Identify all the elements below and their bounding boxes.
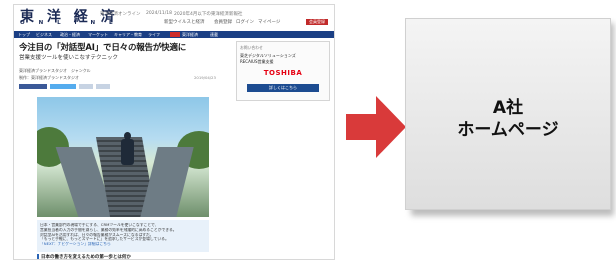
heading-marker: [37, 254, 39, 259]
site-logo-sub: O N L I N E: [20, 20, 119, 26]
masthead: 東 洋 経 済 O N L I N E 東洋経済オンライン 2024/11/18…: [14, 5, 334, 31]
nav-item-career[interactable]: キャリア・教育: [114, 32, 142, 38]
header-small-text: 東洋経済オンライン: [100, 12, 141, 17]
article-subtitle: 営業支援ツールを使いこなすテクニック: [19, 55, 119, 61]
share-button-3[interactable]: [79, 84, 93, 89]
nav-item-life[interactable]: ライフ: [148, 32, 160, 38]
article-section-heading: 日本の働き方を変えるための第一歩とは何か: [37, 254, 131, 260]
card-homepage-label: ホームページ: [457, 120, 559, 140]
nav-item-top[interactable]: トップ: [18, 32, 30, 38]
article-lead-box: 日本・営業部門の現場で手にする、CRMツールを使いこなすことで、 営業担当者の入…: [37, 220, 209, 252]
lead-link[interactable]: 「NEXT：ナビゲーション」詳細はこちら: [40, 242, 206, 247]
header-tag-3[interactable]: ログイン: [236, 19, 254, 25]
photo-person-head: [124, 132, 131, 140]
twitter-share-button[interactable]: [50, 84, 76, 89]
facebook-share-button[interactable]: [19, 84, 47, 89]
company-homepage-card: A社 ホームページ: [405, 18, 611, 210]
nav-item-series[interactable]: 連載: [210, 32, 218, 38]
header-tag-1[interactable]: 新型ウイルスと経済: [164, 19, 205, 25]
header-small-date: 2024/11/18: [146, 11, 172, 16]
register-button[interactable]: 会員登録: [306, 19, 328, 25]
escalator-rail-right: [140, 147, 194, 217]
right-arrow-icon: [346, 96, 406, 158]
article-date: 2019/04/23: [194, 75, 216, 80]
header-tag-4[interactable]: マイページ: [258, 19, 280, 25]
sidebar-details-button[interactable]: 詳しくはこちら: [247, 84, 319, 92]
nav-item-politics[interactable]: 政治・経済: [60, 32, 80, 38]
article-photo-escalator: [37, 97, 209, 217]
header-tag-2[interactable]: 会員登録: [214, 19, 232, 25]
nav-highlight-badge: [170, 32, 180, 37]
sponsor-sidebar: お問い合わせ 東芝デジタルソリューションズ RECAIUS営業支援 TOSHIB…: [236, 41, 330, 101]
nav-item-business[interactable]: ビジネス: [36, 32, 52, 38]
photo-person: [121, 139, 134, 165]
nav-item-market[interactable]: マーケット: [88, 32, 108, 38]
nav-item-toyokeizai[interactable]: 東洋経済: [182, 32, 198, 38]
article-byline: 東洋経済ブランドスタジオ ジャンクル: [19, 68, 91, 73]
sponsor-logo[interactable]: TOSHIBA: [237, 69, 329, 77]
sidebar-product: RECAIUS営業支援: [240, 59, 274, 64]
article-title: 今注目の「対話型AI」で日々の報告が快適に: [19, 43, 187, 53]
article-screenshot: 東 洋 経 済 O N L I N E 東洋経済オンライン 2024/11/18…: [13, 4, 335, 260]
article-credit: 制作：東洋経済ブランドスタジオ: [19, 75, 79, 80]
share-button-4[interactable]: [96, 84, 110, 89]
section-heading-text: 日本の働き方を変えるための第一歩とは何か: [41, 255, 131, 260]
main-nav: トップ ビジネス 政治・経済 マーケット キャリア・教育 ライフ 東洋経済 連載: [14, 31, 334, 38]
header-small-note: 2020年4月以下の東洋経済新報社: [174, 12, 243, 17]
sidebar-label: お問い合わせ: [240, 45, 263, 50]
